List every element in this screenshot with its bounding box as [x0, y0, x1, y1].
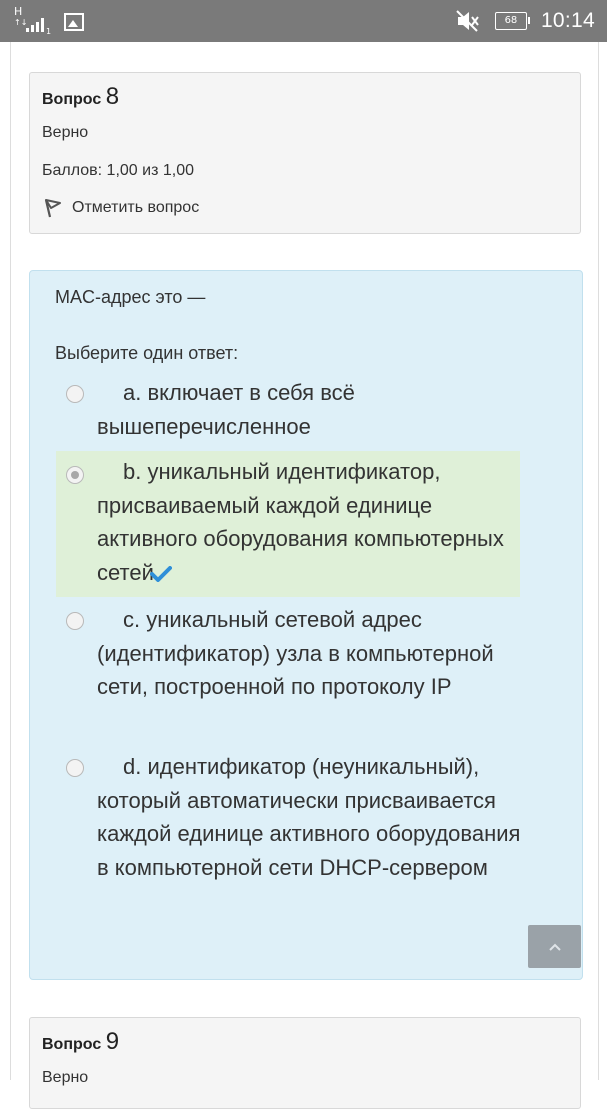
- answer-option-d[interactable]: d. идентификатор (неуникальный), который…: [56, 750, 520, 952]
- question-title: Вопрос 8: [42, 83, 119, 111]
- chevron-up-icon: [548, 943, 561, 951]
- question-title: Вопрос 9: [42, 1028, 119, 1056]
- flag-icon: [44, 199, 61, 218]
- answer-option-b[interactable]: b. уникальный идентификатор, присваиваем…: [56, 451, 520, 597]
- question-state: Верно: [42, 1069, 89, 1086]
- clock: 10:14: [540, 9, 595, 32]
- check-icon: [149, 565, 172, 582]
- battery-icon: 68: [494, 12, 530, 30]
- status-bar: H ↑↓ 1 68 10:14: [0, 0, 607, 42]
- question-label: Вопрос: [42, 1036, 102, 1053]
- question-state: Верно: [42, 124, 89, 141]
- quiz-page: Вопрос 8 Верно Баллов: 1,00 из 1,00 Отме…: [10, 42, 599, 1109]
- question-grade: Баллов: 1,00 из 1,00: [42, 162, 194, 179]
- question-content: MAC-адрес это — Выберите один ответ: a. …: [29, 270, 583, 980]
- answer-text-c: c. уникальный сетевой адрес (идентификат…: [97, 607, 494, 699]
- question-number: 8: [105, 83, 120, 110]
- answer-prompt: Выберите один ответ:: [55, 343, 239, 363]
- flag-question-link[interactable]: Отметить вопрос: [42, 197, 199, 219]
- scroll-to-top-button[interactable]: [528, 925, 581, 968]
- radio-a[interactable]: [66, 385, 84, 403]
- image-icon: [64, 13, 84, 31]
- sim-number: 1: [46, 27, 52, 36]
- radio-d[interactable]: [66, 759, 84, 777]
- answer-option-a[interactable]: a. включает в себя всё вышеперечисленное: [56, 376, 520, 446]
- mute-icon: [455, 9, 481, 33]
- answer-option-c[interactable]: c. уникальный сетевой адрес (идентификат…: [56, 603, 520, 737]
- answer-text-d: d. идентификатор (неуникальный), который…: [97, 754, 521, 880]
- answer-text-b-wrap: b. уникальный идентификатор, присваиваем…: [97, 455, 527, 589]
- question-info-9: Вопрос 9 Верно: [29, 1017, 581, 1109]
- signal-icon: H ↑↓ 1: [14, 5, 56, 36]
- radio-c[interactable]: [66, 612, 84, 630]
- network-type: H: [14, 5, 23, 18]
- radio-b[interactable]: [66, 466, 84, 484]
- question-label: Вопрос: [42, 91, 102, 108]
- answer-text-a: a. включает в себя всё вышеперечисленное: [97, 380, 355, 439]
- flag-question-label: Отметить вопрос: [72, 199, 200, 216]
- question-info-8: Вопрос 8 Верно Баллов: 1,00 из 1,00 Отме…: [29, 72, 581, 234]
- question-number: 9: [105, 1028, 120, 1055]
- question-text: MAC-адрес это —: [55, 287, 206, 307]
